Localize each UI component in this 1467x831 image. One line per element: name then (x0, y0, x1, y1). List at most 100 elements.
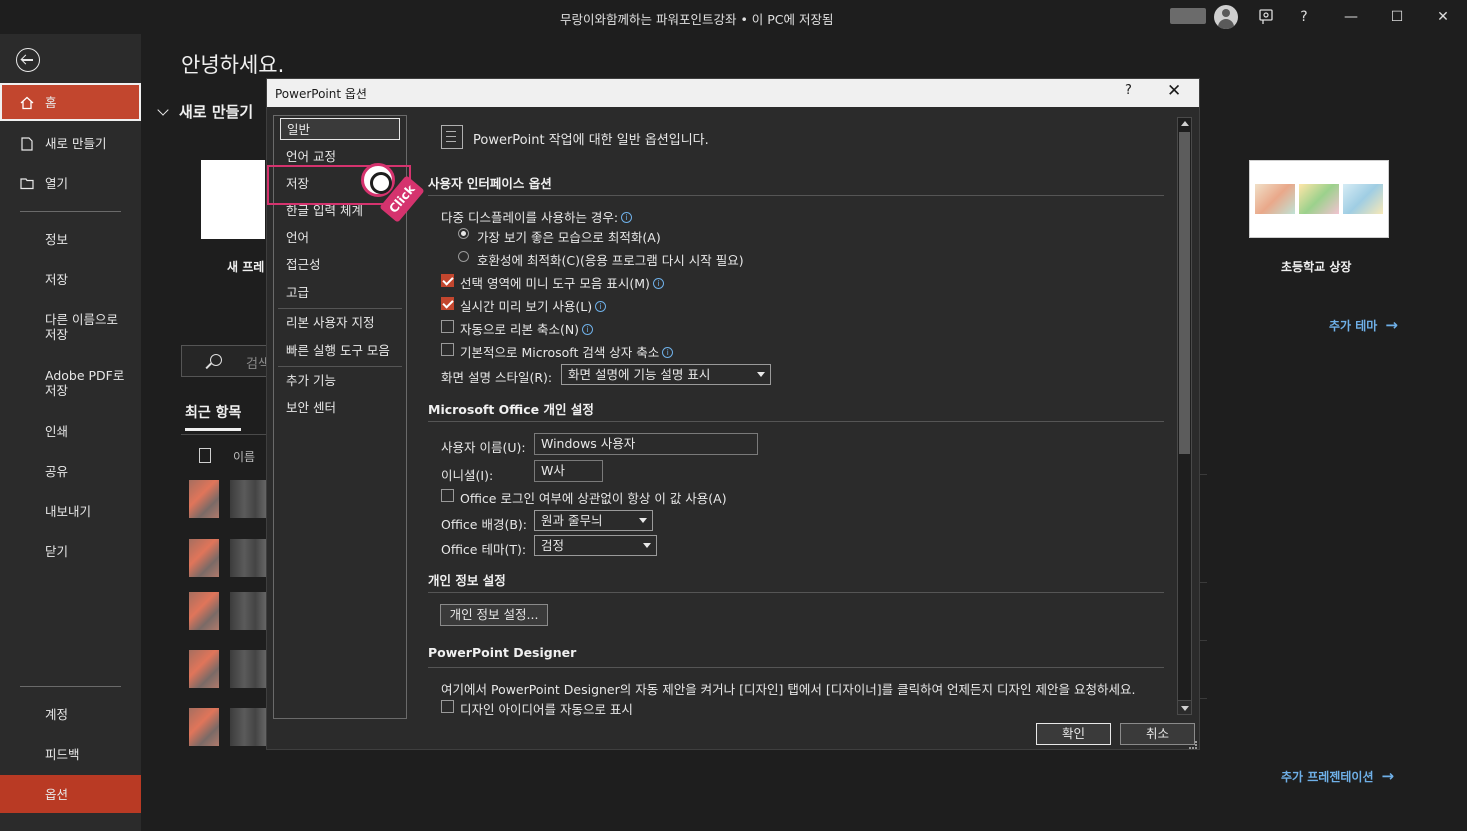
collapse-search-checkbox[interactable] (441, 343, 454, 356)
nav-new[interactable]: 새로 만들기 (0, 136, 141, 154)
nav-close[interactable]: 닫기 (0, 544, 141, 562)
close-icon[interactable]: ✕ (1430, 4, 1456, 30)
office-theme-label: Office 테마(T): (441, 542, 527, 557)
category-accessibility[interactable]: 접근성 (280, 254, 400, 276)
ok-button[interactable]: 확인 (1036, 723, 1111, 745)
general-options-icon (441, 125, 463, 149)
category-advanced[interactable]: 고급 (280, 282, 400, 304)
window-title: 무랑이와함께하는 파워포인트강좌 • 이 PC에 저장됨 (560, 12, 834, 27)
mini-toolbar-label: 선택 영역에 미니 도구 모음 표시(M) (460, 276, 650, 291)
mini-toolbar-checkbox[interactable] (441, 274, 454, 287)
file-name-blurred (230, 539, 266, 577)
screentip-style-value: 화면 설명에 기능 설명 표시 (568, 367, 711, 382)
more-themes-link[interactable]: 추가 테마 → (1329, 316, 1398, 334)
options-scrollbar[interactable] (1177, 117, 1192, 715)
category-add-ins[interactable]: 추가 기능 (280, 370, 400, 392)
nav-options[interactable]: 옵션 (0, 775, 141, 813)
account-name-blurred[interactable] (1170, 8, 1206, 24)
info-icon[interactable]: i (652, 278, 664, 289)
blank-presentation-thumbnail[interactable] (201, 160, 265, 239)
screentip-style-select[interactable]: 화면 설명에 기능 설명 표시 (561, 364, 771, 385)
nav-save-adobe-pdf[interactable]: Adobe PDF로 저장 (0, 368, 141, 400)
collapse-ribbon-checkbox[interactable] (441, 320, 454, 333)
info-icon[interactable]: i (662, 347, 674, 358)
collapse-ribbon-row[interactable]: 자동으로 리본 축소(N) i (460, 319, 594, 338)
scroll-down-button[interactable] (1178, 700, 1191, 714)
search-icon (210, 354, 222, 366)
dialog-title: PowerPoint 옵션 (275, 87, 367, 101)
always-use-values-label[interactable]: Office 로그인 여부에 상관없이 항상 이 값 사용(A) (460, 488, 727, 507)
always-use-values-checkbox[interactable] (441, 489, 454, 502)
info-icon[interactable]: i (595, 301, 607, 312)
help-icon[interactable]: ? (1291, 4, 1317, 30)
more-presentations-link[interactable]: 추가 프레젠테이션 → (1281, 767, 1394, 785)
chevron-down-icon (757, 372, 765, 377)
cancel-button[interactable]: 취소 (1120, 723, 1195, 745)
nav-home-label: 홈 (45, 95, 57, 110)
initials-input[interactable]: W사 (534, 460, 603, 482)
recent-file-row[interactable] (189, 650, 269, 690)
search-input[interactable]: 검색 (181, 345, 271, 377)
nav-feedback[interactable]: 피드백 (0, 747, 141, 765)
designer-auto-checkbox[interactable] (441, 700, 454, 713)
nav-separator (20, 686, 121, 687)
recent-file-row[interactable] (189, 708, 269, 748)
collapse-search-row[interactable]: 기본적으로 Microsoft 검색 상자 축소 i (460, 342, 674, 361)
nav-open-label: 열기 (45, 176, 69, 191)
scroll-down-icon[interactable] (1181, 706, 1189, 711)
privacy-settings-button[interactable]: 개인 정보 설정... (440, 604, 548, 626)
file-name-blurred (230, 708, 266, 746)
scrollbar-thumb[interactable] (1179, 132, 1190, 454)
mini-toolbar-row[interactable]: 선택 영역에 미니 도구 모음 표시(M) i (460, 273, 664, 292)
dialog-close-icon[interactable]: ✕ (1167, 81, 1181, 101)
nav-save-as[interactable]: 다른 이름으로 저장 (0, 312, 141, 344)
category-quick-access-toolbar[interactable]: 빠른 실행 도구 모음 (280, 340, 400, 362)
recent-file-row[interactable] (189, 592, 269, 632)
dialog-help-icon[interactable]: ? (1125, 83, 1132, 98)
nav-print[interactable]: 인쇄 (0, 424, 141, 442)
info-icon[interactable]: i (582, 324, 594, 335)
optimize-best-radio[interactable] (458, 228, 469, 239)
optimize-best-label[interactable]: 가장 보기 좋은 모습으로 최적화(A) (477, 227, 661, 246)
new-section-header[interactable]: 새로 만들기 (157, 101, 253, 122)
info-icon[interactable]: i (621, 212, 633, 223)
nav-account[interactable]: 계정 (0, 707, 141, 725)
maximize-icon[interactable]: ☐ (1384, 4, 1410, 30)
recent-file-row[interactable] (189, 539, 269, 579)
column-header-name[interactable]: 이름 (233, 448, 255, 465)
resize-grip-icon[interactable] (1189, 741, 1197, 749)
nav-info-label: 정보 (45, 232, 69, 247)
nav-close-label: 닫기 (45, 544, 69, 559)
category-customize-ribbon[interactable]: 리본 사용자 지정 (280, 312, 400, 334)
username-input[interactable]: Windows 사용자 (534, 433, 758, 455)
tab-recent[interactable]: 최근 항목 (185, 402, 242, 431)
user-avatar-icon[interactable] (1214, 5, 1238, 29)
live-preview-checkbox[interactable] (441, 297, 454, 310)
live-preview-row[interactable]: 실시간 미리 보기 사용(L) i (460, 296, 607, 315)
nav-info[interactable]: 정보 (0, 232, 141, 250)
nav-options-label: 옵션 (45, 787, 69, 802)
back-arrow-icon[interactable] (16, 48, 40, 72)
office-theme-select[interactable]: 검정 (534, 535, 657, 556)
office-background-select[interactable]: 원과 줄무늬 (534, 510, 653, 531)
nav-export[interactable]: 내보내기 (0, 504, 141, 522)
coauthor-icon[interactable] (1254, 4, 1280, 30)
designer-heading: PowerPoint Designer (428, 645, 577, 660)
optimize-compat-radio[interactable] (458, 251, 469, 262)
office-theme-value: 검정 (541, 538, 565, 553)
nav-save[interactable]: 저장 (0, 272, 141, 290)
more-themes-label: 추가 테마 (1329, 319, 1378, 333)
recent-file-row[interactable] (189, 480, 269, 520)
scroll-up-icon[interactable] (1181, 121, 1189, 126)
nav-home[interactable]: 홈 (0, 83, 141, 121)
designer-auto-label[interactable]: 디자인 아이디어를 자동으로 표시 (460, 699, 633, 717)
category-trust-center[interactable]: 보안 센터 (280, 397, 400, 419)
theme-thumbnail[interactable] (1249, 160, 1389, 238)
dialog-title-bar[interactable]: PowerPoint 옵션 ? ✕ (267, 79, 1199, 107)
nav-open[interactable]: 열기 (0, 176, 141, 194)
nav-share[interactable]: 공유 (0, 464, 141, 482)
minimize-icon[interactable]: — (1338, 4, 1364, 30)
category-language[interactable]: 언어 (280, 227, 400, 249)
category-general[interactable]: 일반 (280, 118, 400, 140)
optimize-compat-label[interactable]: 호환성에 최적화(C)(응용 프로그램 다시 시작 필요) (477, 250, 744, 269)
